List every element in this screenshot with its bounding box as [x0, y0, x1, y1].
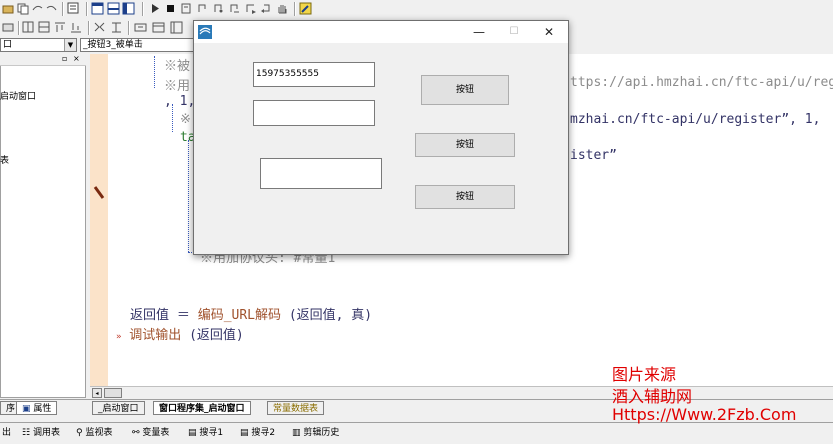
find-icon[interactable]	[67, 2, 80, 15]
find-icon: ▤	[240, 428, 252, 438]
step-over-icon[interactable]	[212, 2, 225, 15]
bottom-panel-bar	[0, 422, 833, 444]
code-line: ister”	[570, 148, 617, 163]
redo-icon[interactable]	[31, 2, 44, 15]
button-2[interactable]: 按钮	[415, 133, 515, 157]
function-name: 调试输出	[129, 328, 182, 343]
watermark-line-2: 酒入辅助网	[612, 387, 693, 406]
code-line: , 1,	[164, 94, 196, 109]
step-into-icon[interactable]	[196, 2, 209, 15]
scroll-thumb[interactable]	[104, 388, 122, 398]
object-combo[interactable]: 口 ▼	[0, 38, 77, 52]
print-icon[interactable]	[2, 21, 15, 34]
arrow-marker-icon: »	[116, 332, 122, 342]
text-input-3[interactable]	[260, 158, 382, 189]
project-panel	[0, 54, 86, 398]
stop-icon[interactable]	[164, 2, 177, 15]
layout1-icon[interactable]	[91, 2, 104, 15]
copy-icon[interactable]	[16, 2, 29, 15]
chevron-down-icon[interactable]: ▼	[64, 39, 76, 51]
search1-tab[interactable]: ▤ 搜寻1	[188, 427, 223, 440]
lock-icon[interactable]	[170, 21, 183, 34]
tree-item-startup-window[interactable]: 启动窗口	[0, 89, 36, 102]
code-line-debug: » 调试输出 (返回值)	[116, 324, 244, 343]
align-bottom-icon[interactable]	[70, 21, 83, 34]
search2-tab[interactable]: ▤ 搜寻2	[240, 427, 275, 440]
watermark-line-1: 图片来源	[612, 365, 677, 384]
grid-icon[interactable]	[134, 21, 147, 34]
code-line: ※	[180, 112, 191, 127]
function-name: 编码_URL解码	[197, 308, 281, 323]
project-panel-header: ▫ ×	[0, 54, 86, 66]
tree-item-table[interactable]: 表	[0, 153, 9, 166]
editor-tab-constants[interactable]: 常量数据表	[267, 401, 325, 415]
step-icon[interactable]	[180, 2, 193, 15]
align-top-icon[interactable]	[54, 21, 67, 34]
call-table-tab[interactable]: ☷ 调用表	[22, 427, 60, 440]
run-icon[interactable]	[148, 2, 161, 15]
hand-icon[interactable]	[276, 2, 289, 15]
function-args: (返回值, 真)	[288, 308, 373, 323]
tab-order-icon[interactable]	[152, 21, 165, 34]
layout3-icon[interactable]	[122, 2, 135, 15]
watermark-line-3: Https://Www.2Fzb.Com	[612, 405, 797, 424]
code-line: ※被	[164, 59, 191, 74]
open-icon[interactable]	[2, 2, 15, 15]
panel-tab-properties[interactable]: ▣ 属性	[16, 401, 58, 415]
align-left-icon[interactable]	[22, 21, 35, 34]
maximize-button[interactable]: ☐	[497, 21, 531, 43]
main-toolbar	[0, 0, 833, 19]
breakpoint-marker-icon	[93, 186, 105, 203]
clipboard-icon: ▥	[292, 428, 304, 438]
code-line: ※用	[164, 79, 191, 94]
code-gutter	[90, 54, 108, 386]
return-var: 返回值	[130, 308, 170, 323]
align-center-icon[interactable]	[38, 21, 51, 34]
button-1[interactable]: 按钮	[421, 75, 509, 105]
test-window: — ☐ ✕ 15975355555 按钮 按钮 按钮	[193, 20, 569, 255]
list-icon: ☷	[22, 428, 33, 438]
button-3[interactable]: 按钮	[415, 185, 515, 209]
watch-table-tab[interactable]: ⚲ 监视表	[76, 427, 112, 440]
output-tab[interactable]: 出	[2, 427, 11, 440]
variable-icon: ⚯	[132, 428, 143, 438]
properties-icon: ▣	[22, 404, 31, 414]
code-line: mzhai.cn/ftc-api/u/register”, 1,	[570, 112, 821, 127]
find-icon: ▤	[188, 428, 200, 438]
variable-table-tab[interactable]: ⚯ 变量表	[132, 427, 169, 440]
minimize-button[interactable]: —	[462, 21, 496, 43]
undo-icon[interactable]	[45, 2, 58, 15]
same-width-icon[interactable]	[93, 21, 106, 34]
same-height-icon[interactable]	[110, 21, 123, 34]
tab-label: 属性	[33, 404, 52, 414]
window-titlebar[interactable]: — ☐ ✕	[194, 21, 568, 43]
editor-tab-window-set[interactable]: 窗口程序集_启动窗口	[153, 401, 251, 415]
assign-op: ＝	[176, 308, 190, 323]
scroll-left-icon[interactable]: ◂	[92, 388, 102, 398]
object-combo-value: 口	[3, 40, 13, 50]
pin-icon[interactable]: ▫	[62, 54, 67, 63]
event-combo[interactable]: _按钮3_被单击	[80, 38, 198, 52]
return-icon[interactable]	[260, 2, 273, 15]
run-to-cursor-icon[interactable]	[244, 2, 257, 15]
app-icon	[198, 25, 212, 39]
code-line-return: 返回值 ＝ 编码_URL解码 (返回值, 真)	[130, 304, 372, 323]
block-guide	[154, 56, 155, 88]
text-input-2[interactable]	[253, 100, 375, 126]
function-args: (返回值)	[189, 328, 244, 343]
code-line: ttps://api.hmzhai.cn/ftc-api/u/reg	[570, 75, 833, 90]
wizard-icon[interactable]	[299, 2, 312, 15]
step-out-icon[interactable]	[228, 2, 241, 15]
close-button[interactable]: ✕	[532, 21, 566, 43]
phone-input[interactable]: 15975355555	[253, 62, 375, 87]
horizontal-scrollbar[interactable]: ◂	[90, 386, 833, 399]
clip-history-tab[interactable]: ▥ 剪辑历史	[292, 427, 339, 440]
layout2-icon[interactable]	[107, 2, 120, 15]
block-guide	[188, 140, 189, 252]
event-combo-value: _按钮3_被单击	[83, 40, 143, 50]
editor-tab-startup[interactable]: _启动窗口	[92, 401, 145, 415]
close-icon[interactable]: ×	[73, 54, 80, 63]
